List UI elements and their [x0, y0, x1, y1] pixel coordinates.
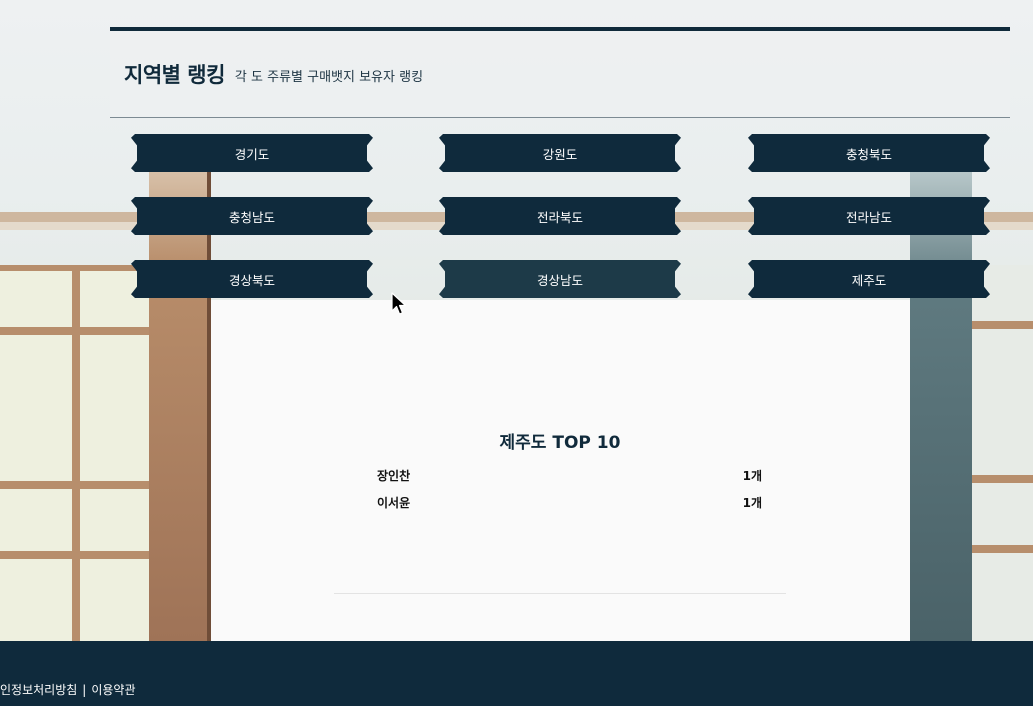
window-mullion	[972, 545, 1033, 553]
window-mullion	[972, 475, 1033, 483]
background-window-right	[972, 265, 1033, 641]
ranking-row: 이서윤 1개	[377, 494, 762, 512]
region-button-chungnam[interactable]: 충청남도	[131, 197, 373, 235]
region-button-gyeongbuk[interactable]: 경상북도	[131, 260, 373, 298]
region-button-jeju[interactable]: 제주도	[748, 260, 990, 298]
ranking-name: 장인찬	[377, 469, 411, 483]
region-button-jeonnam[interactable]: 전라남도	[748, 197, 990, 235]
ranking-title: 제주도 TOP 10	[499, 433, 621, 453]
region-button-chungbuk[interactable]: 충청북도	[748, 134, 990, 172]
ranking-name: 이서윤	[377, 496, 411, 510]
privacy-policy-link[interactable]: 인정보처리방침	[0, 681, 77, 698]
ranking-row: 장인찬 1개	[377, 467, 762, 485]
footer-links: 인정보처리방침 | 이용약관	[0, 681, 136, 698]
ranking-count: 1개	[742, 496, 762, 510]
window-mullion	[0, 551, 150, 559]
region-button-grid: 경기도 강원도 충청북도 충청남도 전라북도 전라남도 경상북도 경상남도 제주…	[131, 134, 990, 300]
region-button-gyeonggi[interactable]: 경기도	[131, 134, 373, 172]
window-mullion	[0, 481, 150, 489]
ranking-count: 1개	[742, 469, 762, 483]
region-button-jeonbuk[interactable]: 전라북도	[439, 197, 681, 235]
page-title: 지역별 랭킹	[124, 62, 225, 87]
ranking-card: 제주도 TOP 10 장인찬 1개 이서윤 1개	[334, 358, 786, 594]
footer-separator: |	[82, 682, 87, 697]
window-mullion	[0, 327, 150, 335]
page-footer: 인정보처리방침 | 이용약관	[0, 641, 1033, 706]
background-window-left	[0, 265, 150, 641]
page-header: 지역별 랭킹 각 도 주류별 구매뱃지 보유자 랭킹	[110, 31, 1010, 118]
region-button-gangwon[interactable]: 강원도	[439, 134, 681, 172]
region-button-gyeongnam[interactable]: 경상남도	[439, 260, 681, 298]
page-subtitle: 각 도 주류별 구매뱃지 보유자 랭킹	[234, 69, 424, 85]
window-mullion	[972, 321, 1033, 329]
terms-of-use-link[interactable]: 이용약관	[91, 681, 135, 698]
mouse-pointer-icon	[391, 292, 407, 315]
